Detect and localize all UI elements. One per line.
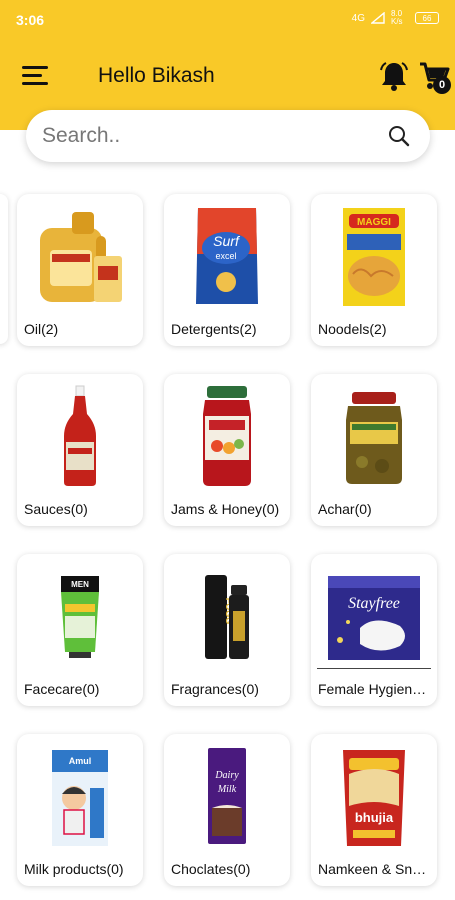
category-card-female-hygiene[interactable]: Stayfree Female Hygiene(0) — [311, 554, 437, 706]
facewash-tube-icon: MEN — [30, 562, 130, 670]
svg-text:Dairy: Dairy — [214, 770, 239, 781]
search-bar[interactable] — [26, 110, 430, 162]
category-label: Jams & Honey(0) — [171, 501, 280, 517]
deodorant-can-icon: FOGG — [177, 562, 277, 670]
category-label: Milk products(0) — [24, 861, 124, 877]
search-input[interactable] — [42, 122, 372, 150]
network-speed: 8.0 K/s — [391, 9, 403, 26]
network-type: 4G — [351, 12, 365, 24]
category-card-fragrances[interactable]: FOGG Fragrances(0) — [164, 554, 290, 706]
category-card-detergents[interactable]: Surf excel Detergents(2) — [164, 194, 290, 346]
category-label: Facecare(0) — [24, 681, 100, 697]
category-card-namkeen[interactable]: bhujia Namkeen & Snacks(0) — [311, 734, 437, 886]
jam-jar-icon — [177, 382, 277, 490]
sauce-bottle-icon — [30, 382, 130, 490]
search-icon[interactable] — [388, 125, 410, 147]
sanitary-pack-icon: Stayfree — [324, 562, 424, 670]
category-label: Choclates(0) — [171, 861, 251, 877]
category-card-choclates[interactable]: Dairy Milk Choclates(0) — [164, 734, 290, 886]
notification-bell-icon[interactable] — [378, 60, 410, 92]
pickle-jar-icon — [324, 382, 424, 490]
svg-text:Stayfree: Stayfree — [348, 595, 400, 612]
oil-jar-icon — [30, 202, 130, 310]
category-label: Namkeen & Snacks(0) — [318, 861, 432, 877]
greeting-title: Hello Bikash — [98, 64, 215, 87]
category-card-sauces[interactable]: Sauces(0) — [17, 374, 143, 526]
category-label: Achar(0) — [318, 501, 372, 517]
status-icons: 4G 8.0 K/s 66 — [352, 10, 439, 26]
category-label: Sauces(0) — [24, 501, 88, 517]
svg-text:MAGGI: MAGGI — [357, 217, 391, 228]
chocolate-bar-icon: Dairy Milk — [177, 742, 277, 850]
svg-text:Amul: Amul — [69, 756, 92, 766]
menu-icon[interactable] — [22, 66, 48, 86]
svg-text:bhujia: bhujia — [355, 810, 394, 825]
category-card-noodels[interactable]: MAGGI Noodels(2) — [311, 194, 437, 346]
category-label: Noodels(2) — [318, 321, 387, 337]
category-card-milk-products[interactable]: Amul Milk products(0) — [17, 734, 143, 886]
status-bar: 3:06 4G 8.0 K/s 66 — [0, 0, 455, 40]
category-card-jams[interactable]: Jams & Honey(0) — [164, 374, 290, 526]
category-label: Female Hygiene(0) — [318, 681, 432, 697]
signal-icon — [371, 12, 385, 24]
svg-text:Milk: Milk — [217, 784, 237, 795]
category-card-achar[interactable]: Achar(0) — [311, 374, 437, 526]
milk-carton-icon: Amul — [30, 742, 130, 850]
svg-text:excel: excel — [215, 251, 236, 261]
category-card-facecare[interactable]: MEN Facecare(0) — [17, 554, 143, 706]
cart-count-badge: 0 — [433, 76, 451, 94]
category-label: Fragrances(0) — [171, 681, 259, 697]
category-label: Detergents(2) — [171, 321, 257, 337]
battery-level: 66 — [422, 13, 432, 23]
svg-text:MEN: MEN — [71, 580, 89, 589]
scrolled-card-edge — [0, 194, 8, 344]
svg-text:Surf: Surf — [213, 233, 241, 249]
card-divider — [317, 668, 431, 669]
noodles-pack-icon: MAGGI — [324, 202, 424, 310]
category-card-oil[interactable]: Oil(2) — [17, 194, 143, 346]
battery-icon: 66 — [415, 12, 439, 24]
detergent-pack-icon: Surf excel — [177, 202, 277, 310]
status-time: 3:06 — [16, 12, 45, 28]
snack-pack-icon: bhujia — [324, 742, 424, 850]
category-label: Oil(2) — [24, 321, 59, 337]
